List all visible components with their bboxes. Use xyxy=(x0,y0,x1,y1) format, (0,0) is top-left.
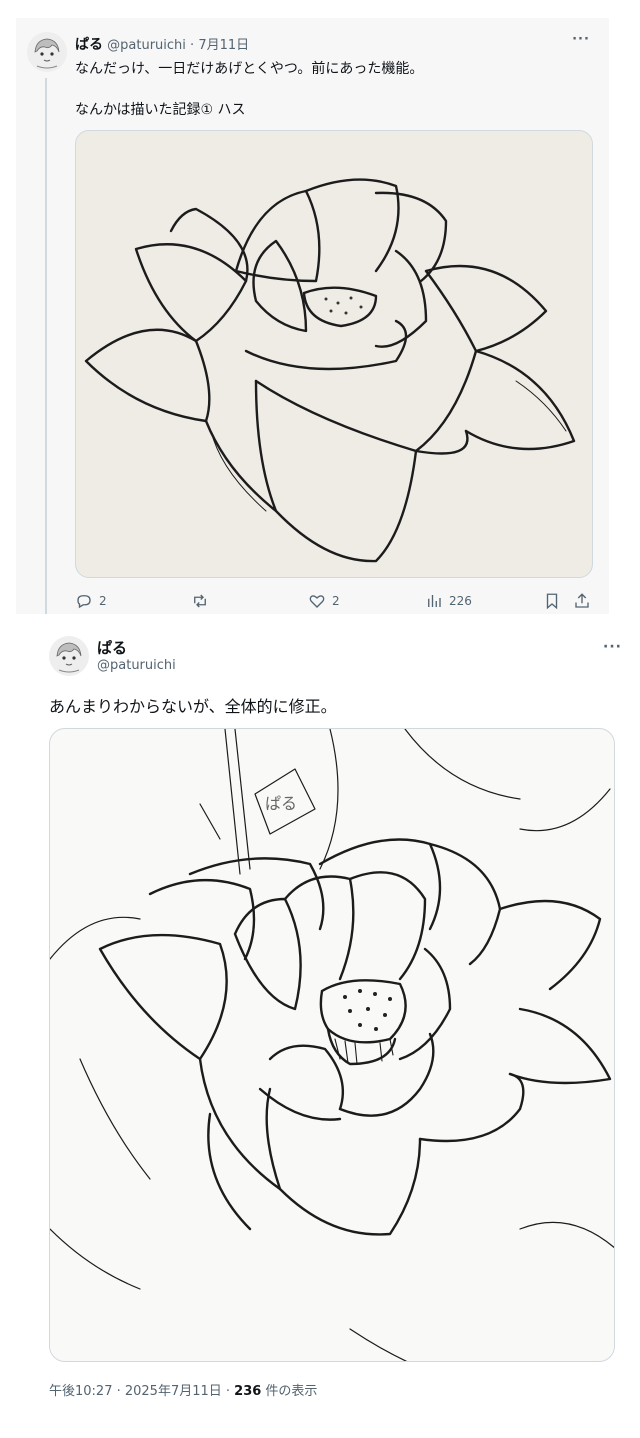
reply-button[interactable]: 2 xyxy=(75,590,107,612)
like-button[interactable]: 2 xyxy=(308,590,340,612)
focused-tweet[interactable]: ぱる @paturuichi ··· あんまりわからないが、全体的に修正。 ぱる xyxy=(32,621,632,1411)
lotus-sketch-image[interactable] xyxy=(75,130,593,578)
like-count: 2 xyxy=(332,594,340,608)
svg-text:ぱる: ぱる xyxy=(265,794,297,813)
views-label: 件の表示 xyxy=(261,1384,318,1399)
tweet-actions: 2 2 226 xyxy=(75,590,597,612)
retweet-icon xyxy=(194,594,206,608)
tweet-header: ぱる @paturuichi · 7月11日 ··· xyxy=(75,32,595,54)
tweet-text-line: なんかは描いた記録① ハス xyxy=(75,102,246,118)
heart-icon xyxy=(309,595,325,608)
thread-parent-tweet[interactable]: ぱる @paturuichi · 7月11日 ··· なんだっけ、一日だけあげと… xyxy=(16,18,609,614)
display-name[interactable]: ぱる xyxy=(75,37,103,53)
lotus-sketch-revised-image[interactable]: ぱる xyxy=(49,728,615,1362)
avatar[interactable] xyxy=(27,32,67,72)
views-chart-icon xyxy=(428,595,441,607)
more-icon[interactable]: ··· xyxy=(603,639,622,655)
reply-count: 2 xyxy=(99,594,107,608)
views-count: 236 xyxy=(234,1384,262,1399)
bookmark-button[interactable] xyxy=(543,590,561,612)
views-button[interactable]: 226 xyxy=(425,590,472,612)
display-name[interactable]: ぱる xyxy=(97,637,127,658)
user-handle[interactable]: @paturuichi xyxy=(97,658,176,673)
views-count: 226 xyxy=(449,594,472,608)
tweet-timestamp[interactable]: 午後10:27 · 2025年7月11日 · xyxy=(49,1384,234,1399)
user-handle[interactable]: @paturuichi xyxy=(107,38,186,53)
tweet-text-line: なんだっけ、一日だけあげとくやつ。前にあった機能。 xyxy=(75,61,424,77)
retweet-button[interactable] xyxy=(191,590,215,612)
avatar[interactable] xyxy=(49,636,89,676)
separator-dot: · xyxy=(190,38,195,53)
thread-connector-line xyxy=(45,78,47,614)
tweet-text: あんまりわからないが、全体的に修正。 xyxy=(49,697,337,716)
share-button[interactable] xyxy=(573,590,591,612)
tweet-meta: 午後10:27 · 2025年7月11日 · 236 件の表示 xyxy=(49,1380,317,1399)
bookmark-icon xyxy=(546,593,558,610)
more-icon[interactable]: ··· xyxy=(569,32,593,47)
tweet-date[interactable]: 7月11日 xyxy=(198,38,249,53)
reply-icon xyxy=(77,595,91,609)
share-icon xyxy=(575,593,589,608)
